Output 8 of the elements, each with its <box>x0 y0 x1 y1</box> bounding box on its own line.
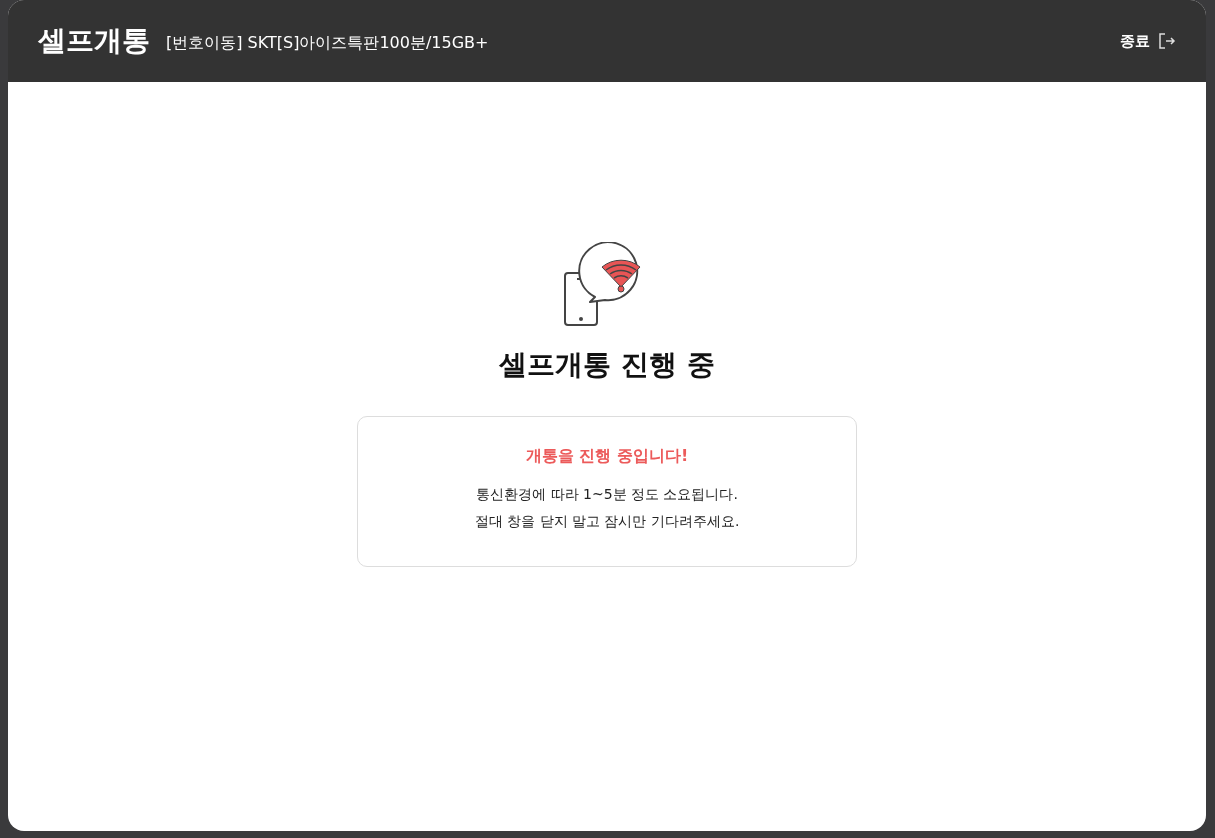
logout-icon <box>1158 32 1176 50</box>
notice-title: 개통을 진행 중입니다! <box>525 445 689 467</box>
notice-text: 통신환경에 따라 1~5분 정도 소요됩니다. <box>476 485 738 504</box>
notice-text: 절대 창을 닫지 말고 잠시만 기다려주세요. <box>474 512 740 531</box>
app-title: 셀프개통 <box>38 23 150 59</box>
exit-button[interactable]: 종료 <box>1120 29 1176 53</box>
progress-heading: 셀프개통 진행 중 <box>499 347 715 383</box>
plan-name: [번호이동] SKT[S]아이즈특판100분/15GB+ <box>166 32 489 54</box>
